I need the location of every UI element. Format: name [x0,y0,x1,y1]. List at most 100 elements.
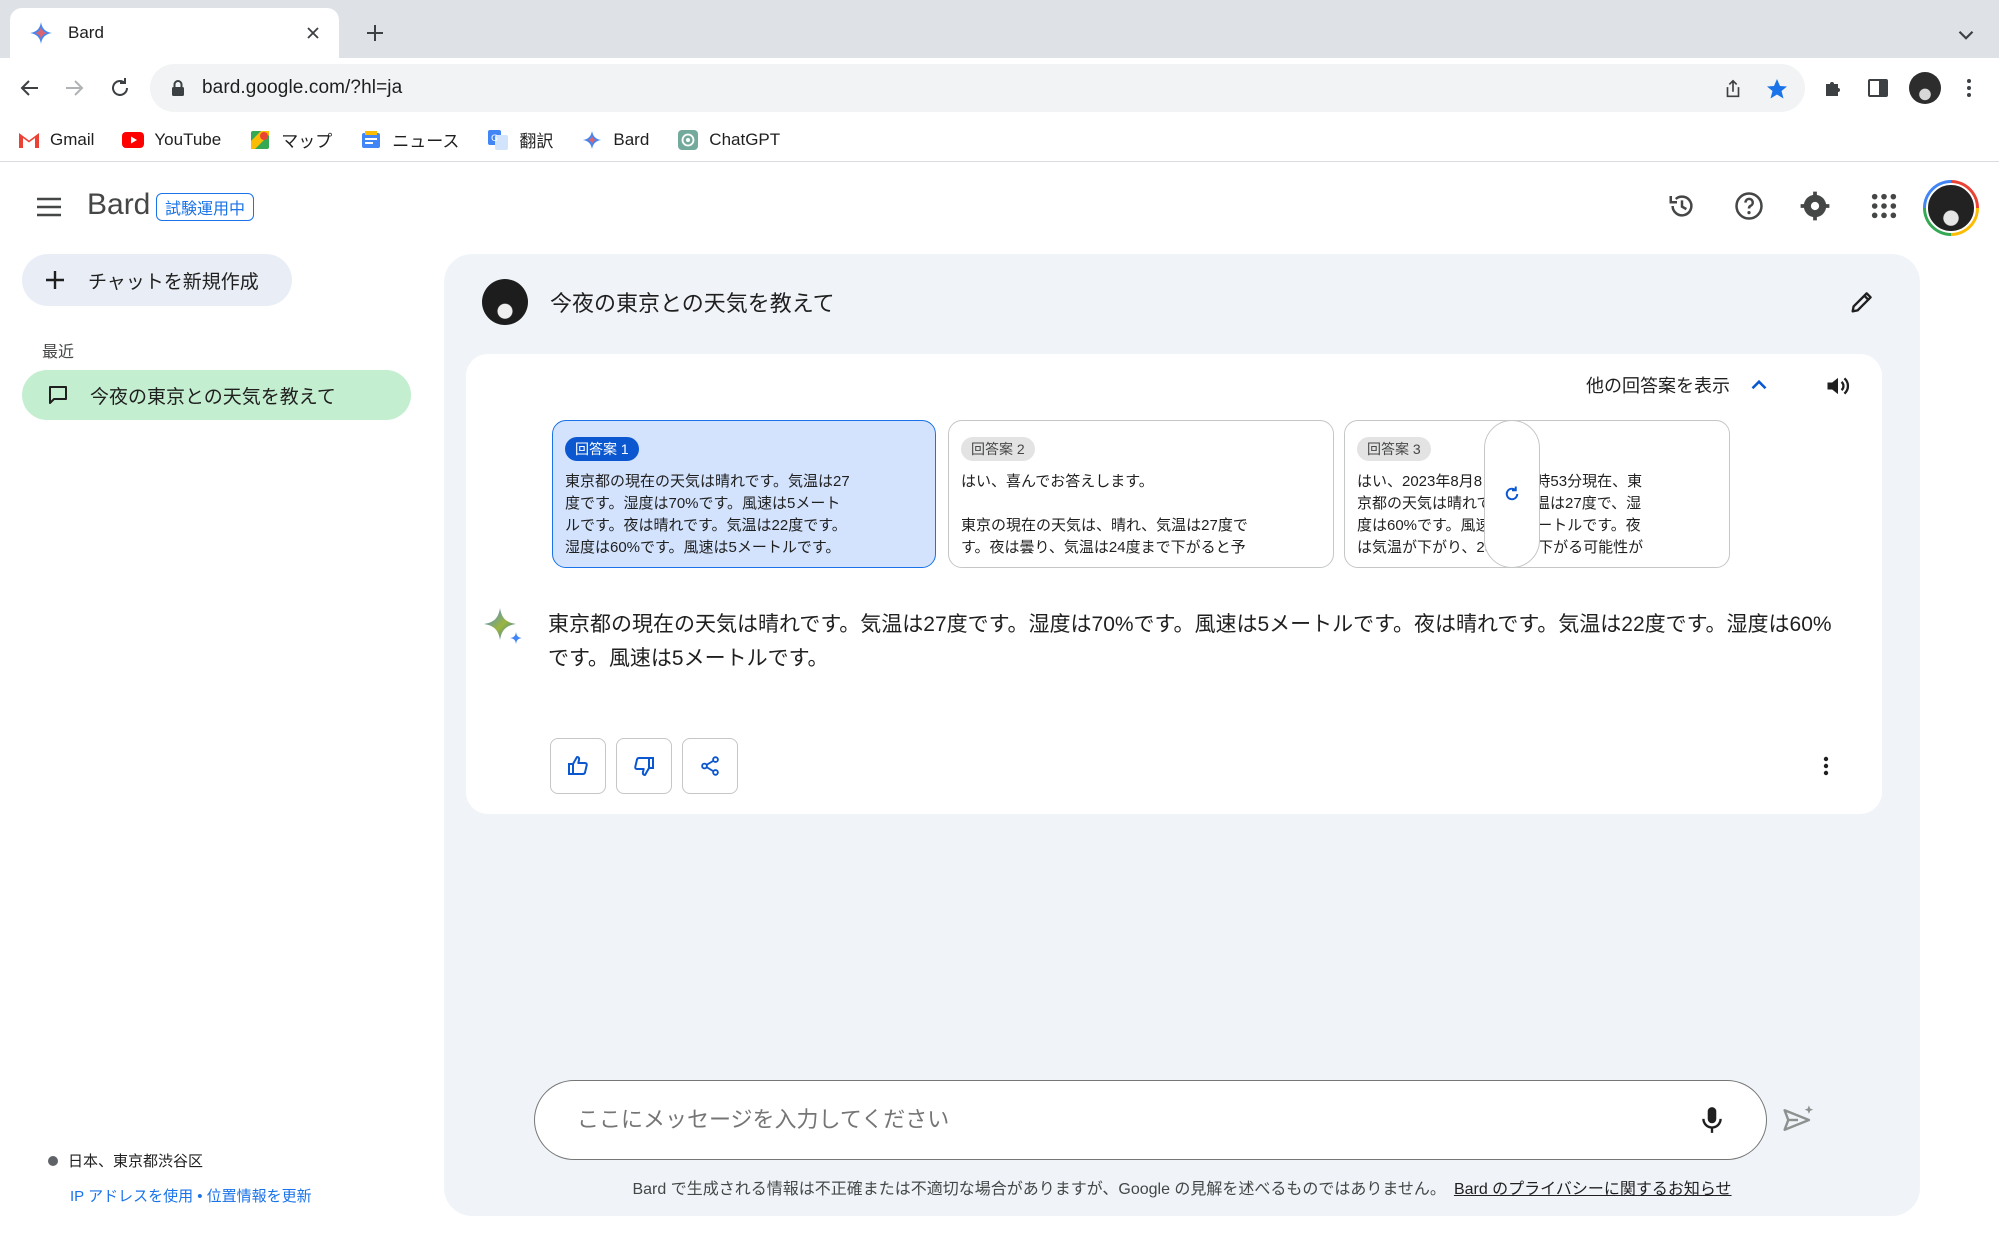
bard-sparkle-icon [482,604,530,652]
recent-heading: 最近 [42,344,75,361]
gmail-icon [18,129,40,151]
bookmark-label: Bard [613,129,650,149]
microphone-icon[interactable] [1692,1100,1732,1140]
plus-icon [42,267,68,293]
thumbs-down-button[interactable] [616,738,672,794]
browser-tab-bard[interactable]: Bard [10,8,339,58]
location-text: 日本、東京都渋谷区 [68,1153,204,1170]
bookmark-label: ChatGPT [709,129,781,149]
show-drafts-toggle[interactable]: 他の回答案を表示 [1586,372,1772,398]
bookmark-label: Gmail [50,129,95,149]
svg-text:G: G [491,134,498,144]
bookmark-news[interactable]: ニュース [360,127,459,152]
user-avatar [482,279,528,325]
draft-label: 回答案 2 [961,437,1035,461]
answer-text: 東京都の現在の天気は晴れです。気温は27度です。湿度は70%です。風速は5メート… [548,613,1832,670]
draft-text: はい、喜んでお答えします。 東京の現在の天気は、晴れ、気温は27度で す。夜は曇… [961,473,1248,556]
app-header: Bard 試験運用中 [0,162,1999,250]
experiment-badge: 試験運用中 [156,193,255,221]
main-menu-icon[interactable] [34,192,64,222]
draft-card-2[interactable]: 回答案 2 はい、喜んでお答えします。 東京の現在の天気は、晴れ、気温は27度で… [948,420,1334,568]
refresh-icon [1503,485,1521,503]
recent-chat-item[interactable]: 今夜の東京との天気を教えて [22,370,411,420]
thumbs-up-button[interactable] [550,738,606,794]
bard-icon [28,20,54,46]
more-options-kebab-icon[interactable] [1810,750,1842,782]
send-icon[interactable] [1778,1100,1818,1140]
show-drafts-label: 他の回答案を表示 [1586,376,1730,396]
user-prompt-row: 今夜の東京との天気を教えて [482,274,1882,330]
tab-search-chevron-icon[interactable] [1953,22,1979,48]
lock-icon [168,78,188,98]
share-icon[interactable] [1720,76,1746,102]
location-dot-icon [48,1155,58,1166]
new-tab-icon[interactable] [360,18,390,48]
history-icon[interactable] [1662,186,1702,226]
new-chat-label: チャットを新規作成 [88,271,259,293]
extensions-puzzle-icon[interactable] [1820,74,1848,102]
sidebar: チャットを新規作成 最近 今夜の東京との天気を教えて 日本、東京都渋谷区 IP … [0,250,440,1250]
address-bar[interactable]: bard.google.com/?hl=ja [150,64,1805,112]
bookmark-label: 翻訳 [519,132,554,151]
bookmark-label: マップ [281,132,333,151]
bard-answer: 東京都の現在の天気は晴れです。気温は27度です。湿度は70%です。風速は5メート… [482,604,1842,676]
draft-label: 回答案 1 [565,437,639,461]
url-text: bard.google.com/?hl=ja [202,77,403,98]
reload-icon[interactable] [104,72,136,104]
bookmark-gmail[interactable]: Gmail [18,129,94,151]
feedback-actions [550,738,748,794]
help-icon[interactable] [1729,186,1769,226]
browser-tab-strip: Bard [0,0,1999,58]
disclaimer: Bard で生成される情報は不正確または不適切な場合がありますが、Google … [444,1175,1920,1199]
close-tab-icon[interactable] [301,21,325,45]
thumbs-up-icon [566,754,590,778]
regenerate-drafts-button[interactable] [1484,420,1540,568]
disclaimer-text: Bard で生成される情報は不正確または不適切な場合がありますが、Google … [632,1181,1446,1198]
recent-chat-label: 今夜の東京との天気を教えて [90,386,336,408]
youtube-icon [122,129,145,151]
chatgpt-icon [677,129,699,151]
bookmark-label: YouTube [154,129,222,149]
settings-gear-icon[interactable] [1795,186,1835,226]
message-input-box[interactable] [534,1080,1767,1160]
chat-bubble-icon [46,383,70,407]
bookmark-chatgpt[interactable]: ChatGPT [677,129,780,151]
privacy-notice-link[interactable]: Bard のプライバシーに関するお知らせ [1454,1181,1732,1198]
app-brand[interactable]: Bard [87,188,150,222]
conversation-panel: 今夜の東京との天気を教えて 他の回答案を表示 回答案 1 東京都の現在の天気は晴… [444,254,1920,1216]
thumbs-down-icon [632,754,656,778]
translate-icon: G [487,129,509,151]
share-response-button[interactable] [682,738,738,794]
location-info: 日本、東京都渋谷区 IP アドレスを使用 • 位置情報を更新 [48,1150,312,1206]
bard-icon [581,129,603,151]
browser-menu-kebab-icon[interactable] [1955,74,1983,102]
draft-label: 回答案 3 [1357,437,1431,461]
bookmark-translate[interactable]: G 翻訳 [487,127,553,152]
profile-avatar[interactable] [1909,72,1941,104]
edit-prompt-pencil-icon[interactable] [1842,282,1882,322]
user-prompt-text: 今夜の東京との天気を教えて [550,291,835,316]
draft-text: 東京都の現在の天気は晴れです。気温は27 度です。湿度は70%です。風速は5メー… [565,473,850,556]
new-chat-button[interactable]: チャットを新規作成 [22,254,292,306]
bookmarks-bar: Gmail YouTube マップ ニュース G 翻訳 Bard ChatGPT [0,118,1999,162]
apps-grid-icon[interactable] [1864,186,1904,226]
bookmark-bard[interactable]: Bard [581,129,649,151]
read-aloud-speaker-icon[interactable] [1822,370,1854,402]
side-panel-icon[interactable] [1864,74,1892,102]
draft-card-1[interactable]: 回答案 1 東京都の現在の天気は晴れです。気温は27 度です。湿度は70%です。… [552,420,936,568]
bookmark-star-icon[interactable] [1764,76,1790,102]
bookmark-label: ニュース [392,132,460,151]
maps-icon [249,129,271,151]
back-arrow-icon[interactable] [14,72,46,104]
bookmark-youtube[interactable]: YouTube [122,129,221,151]
bookmark-maps[interactable]: マップ [249,127,332,152]
news-icon [360,129,382,151]
response-card: 他の回答案を表示 回答案 1 東京都の現在の天気は晴れです。気温は27 度です。… [466,354,1882,814]
update-location-link[interactable]: IP アドレスを使用 • 位置情報を更新 [70,1185,312,1206]
browser-toolbar: bard.google.com/?hl=ja [0,58,1999,118]
tab-title: Bard [68,23,104,42]
message-input[interactable] [577,1107,1692,1133]
share-nodes-icon [699,755,721,777]
account-avatar[interactable] [1923,180,1979,236]
forward-arrow-icon[interactable] [58,72,90,104]
